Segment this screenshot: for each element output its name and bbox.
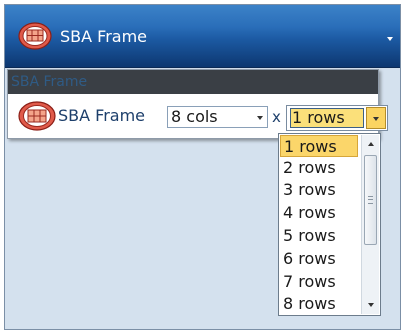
chevron-down-icon (368, 303, 374, 307)
rows-option[interactable]: 7 rows (280, 271, 358, 293)
rows-option[interactable]: 8 rows (280, 293, 358, 315)
rows-select[interactable]: 1 rows (286, 105, 388, 131)
sba-frame-icon (18, 22, 52, 54)
cols-value: 8 cols (171, 107, 218, 126)
chevron-down-icon (373, 117, 379, 121)
rows-value: 1 rows (292, 108, 345, 127)
window-title: SBA Frame (60, 27, 148, 46)
rows-option[interactable]: 3 rows (280, 179, 358, 201)
scrollbar-thumb[interactable] (364, 155, 377, 245)
scroll-down-button[interactable] (362, 296, 379, 314)
rows-dropdown-list: 1 rows 2 rows 3 rows 4 rows 5 rows 6 row… (278, 133, 381, 316)
frame-label: SBA Frame (58, 106, 146, 125)
times-separator: x (272, 108, 281, 126)
chevron-up-icon (368, 142, 374, 146)
frame-panel: SBA Frame SBA Frame 8 cols x 1 rows (7, 69, 388, 139)
chevron-down-icon[interactable] (257, 116, 263, 120)
rows-option[interactable]: 1 rows (280, 135, 358, 157)
rows-option[interactable]: 6 rows (280, 248, 358, 270)
chevron-down-icon[interactable] (387, 37, 393, 41)
panel-header: SBA Frame (8, 70, 378, 94)
sba-frame-icon (18, 101, 56, 135)
rows-field[interactable]: 1 rows (290, 108, 364, 128)
rows-option[interactable]: 5 rows (280, 225, 358, 247)
grip-icon (368, 196, 373, 204)
scroll-up-button[interactable] (362, 135, 379, 153)
dropdown-scrollbar[interactable] (361, 135, 379, 314)
panel-header-label: SBA Frame (11, 74, 88, 90)
rows-dropdown-button[interactable] (366, 107, 386, 129)
rows-option[interactable]: 2 rows (280, 157, 358, 179)
cols-select[interactable]: 8 cols (167, 106, 268, 128)
rows-option[interactable]: 4 rows (280, 202, 358, 224)
title-bar[interactable]: SBA Frame (5, 5, 400, 68)
frame-settings-row: SBA Frame 8 cols x 1 rows (18, 99, 388, 135)
